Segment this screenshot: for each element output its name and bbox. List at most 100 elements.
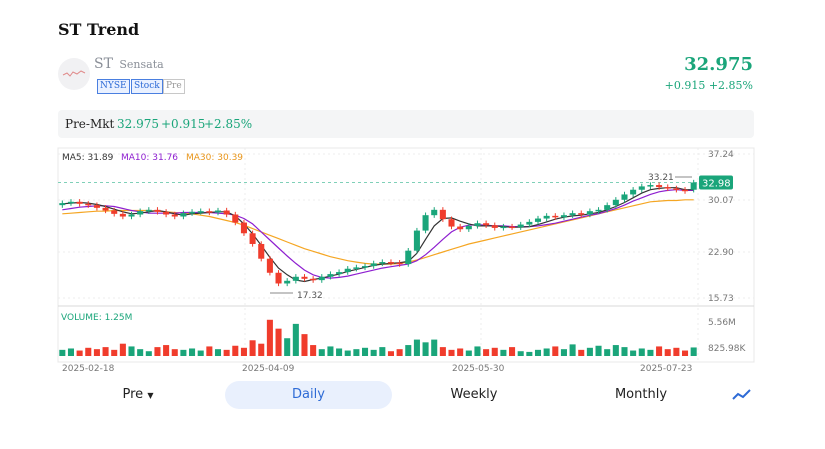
volume-bar	[448, 349, 455, 356]
volume-bar	[171, 349, 178, 356]
volume-bar	[405, 345, 412, 356]
candle-body	[292, 276, 299, 281]
volume-bar	[465, 350, 472, 356]
volume-bar	[509, 347, 516, 356]
volume-bar	[396, 349, 403, 356]
volume-bar	[275, 328, 282, 356]
volume-bar	[569, 344, 576, 356]
volume-bar	[258, 343, 265, 356]
candle-body	[396, 262, 403, 265]
volume-bar	[145, 351, 152, 356]
volume-bar	[621, 347, 628, 356]
candle-body	[128, 214, 135, 217]
volume-bar	[93, 349, 100, 356]
volume-bar	[284, 338, 291, 356]
volume-bar	[85, 347, 92, 356]
candle-body	[405, 250, 412, 265]
volume-bar	[301, 334, 308, 356]
candle-body	[344, 268, 351, 273]
volume-legend: VOLUME: 1.25M	[61, 313, 132, 323]
volume-bar	[197, 350, 204, 356]
candle-body	[67, 201, 74, 204]
candle-body	[284, 280, 291, 284]
candle-body	[353, 267, 360, 269]
current-price-text: 32.98	[702, 179, 731, 190]
candle-body	[578, 213, 585, 215]
candle-body	[232, 214, 239, 223]
high-label: 33.21	[648, 173, 674, 183]
candle-body	[119, 213, 126, 217]
volume-bar	[76, 350, 83, 356]
volume-bar	[630, 350, 637, 356]
ma5-legend: MA5: 31.89	[62, 153, 114, 163]
candle-body	[526, 221, 533, 225]
x-tick-label: 2025-04-09	[242, 364, 295, 374]
candle-body	[517, 224, 524, 228]
volume-bar	[578, 349, 585, 356]
x-tick-label: 2025-05-30	[452, 364, 505, 374]
candle-body	[180, 213, 187, 217]
volume-bar	[612, 345, 619, 356]
volume-bar	[214, 349, 222, 356]
volume-bar	[595, 345, 602, 356]
candle-body	[457, 226, 464, 230]
candle-body	[266, 258, 273, 273]
volume-bar	[500, 349, 507, 356]
candle-body	[301, 276, 308, 279]
candle-body	[85, 203, 92, 206]
candle-body	[206, 211, 213, 213]
candle-body	[171, 214, 178, 217]
y-tick-label: 37.24	[708, 150, 734, 160]
volume-bar	[128, 346, 135, 356]
volume-bar	[543, 348, 550, 356]
volume-tick-label: 825.98K	[708, 344, 746, 354]
volume-bar	[604, 349, 611, 356]
volume-bar	[336, 348, 343, 356]
candle-body	[647, 185, 654, 187]
candle-body	[145, 209, 152, 212]
candle-body	[560, 215, 567, 218]
tab-pre[interactable]: Pre ▼	[98, 381, 178, 409]
tab-pre-label: Pre	[122, 387, 144, 402]
candle-body	[197, 211, 204, 213]
y-tick-label: 22.90	[708, 248, 734, 258]
candle-body	[422, 215, 429, 231]
volume-bar	[552, 346, 559, 356]
ma5-line	[62, 187, 694, 283]
candle-body	[483, 223, 490, 226]
volume-bar	[119, 343, 126, 356]
volume-bar	[431, 339, 438, 356]
volume-bar	[327, 346, 334, 356]
candle-body	[534, 218, 542, 222]
volume-bar	[249, 340, 256, 356]
volume-tick-label: 5.56M	[708, 318, 736, 328]
volume-bar	[422, 342, 429, 356]
tab-monthly[interactable]: Monthly	[601, 381, 681, 409]
volume-bar	[353, 349, 360, 356]
candle-body	[76, 201, 83, 204]
candle-body	[154, 209, 161, 212]
ma30-legend: MA30: 30.39	[186, 153, 243, 163]
candle-body	[465, 225, 472, 230]
volume-bar	[483, 349, 490, 356]
candle-body	[362, 266, 369, 268]
volume-bar	[638, 348, 645, 356]
volume-bar	[664, 349, 671, 356]
candle-body	[673, 188, 680, 190]
candle-body	[59, 203, 66, 206]
chart-style-icon[interactable]	[730, 381, 754, 409]
volume-bar	[223, 349, 230, 356]
volume-bar	[232, 345, 239, 356]
candle-body	[214, 210, 222, 213]
volume-bar	[206, 346, 213, 356]
volume-bar	[526, 351, 533, 356]
volume-bar	[292, 323, 299, 356]
volume-bar	[647, 349, 654, 356]
candle-body	[370, 263, 377, 267]
tab-daily[interactable]: Daily	[225, 381, 392, 409]
tab-weekly[interactable]: Weekly	[434, 381, 514, 409]
candle-body	[163, 211, 170, 215]
volume-bar	[673, 347, 680, 356]
candle-body	[664, 187, 671, 189]
volume-bar	[154, 347, 161, 356]
